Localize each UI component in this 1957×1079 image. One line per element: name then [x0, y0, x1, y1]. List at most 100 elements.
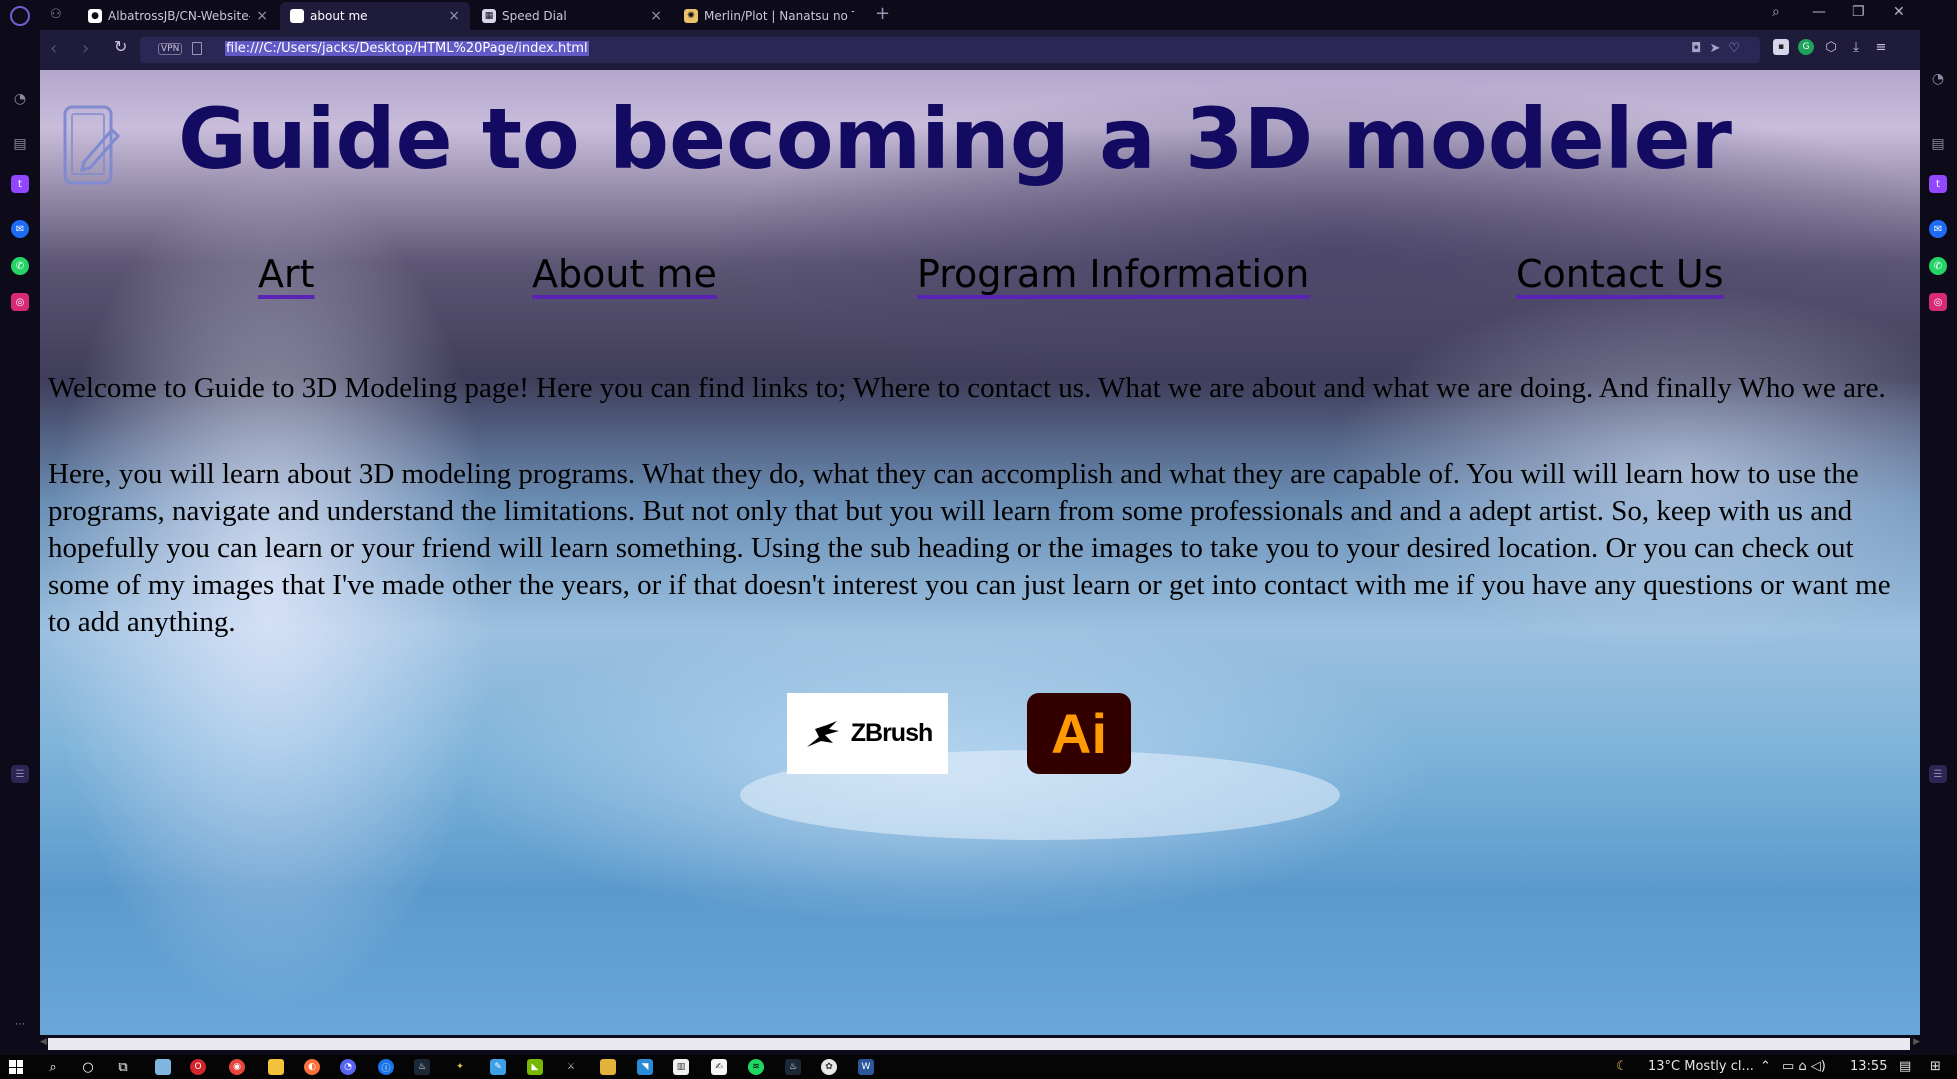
nav-link-contact-us[interactable]: Contact Us	[1516, 252, 1724, 296]
tray-chevron-icon[interactable]: ⌃	[1760, 1059, 1771, 1074]
download-icon[interactable]: ⤓	[1848, 39, 1864, 55]
whatsapp-icon[interactable]: ✆	[11, 257, 29, 275]
tablet-pencil-icon[interactable]	[62, 104, 120, 188]
sidebar-left: ◔ ▤ t ✉ ✆ ◎ ☰ ⋯	[0, 30, 40, 1055]
tab-merlin-plot[interactable]: ✺ Merlin/Plot | Nanatsu no Ta	[674, 2, 864, 30]
more-icon[interactable]: ⋯	[11, 1015, 29, 1033]
workspaces-sidebar-icon[interactable]: ▤	[11, 135, 29, 153]
file-explorer-icon[interactable]	[268, 1059, 284, 1075]
speed-dial-sidebar-icon[interactable]: ◔	[1929, 70, 1947, 88]
horizontal-scrollbar[interactable]: ◀ ▶	[40, 1035, 1920, 1055]
intro-paragraph: Here, you will learn about 3D modeling p…	[48, 458, 1891, 638]
nav-link-art[interactable]: Art	[258, 252, 315, 296]
steam-icon[interactable]: ♨	[785, 1059, 801, 1075]
page-title: Guide to becoming a 3D modeler	[178, 90, 1732, 188]
snapshot-icon[interactable]: ◘	[1691, 41, 1709, 56]
new-tab-button[interactable]: +	[875, 3, 890, 24]
scroll-left-icon[interactable]: ◀	[40, 1037, 47, 1047]
nvidia-icon[interactable]: ◣	[527, 1059, 543, 1075]
cube-icon[interactable]: ⬡	[1823, 39, 1839, 55]
twitch-icon[interactable]: t	[11, 175, 29, 193]
bookmark-heart-icon[interactable]: ♡	[1728, 41, 1748, 56]
opera-logo-icon[interactable]	[10, 6, 30, 26]
windows-icon[interactable]: ⊞	[1930, 1059, 1941, 1074]
tab-search-icon[interactable]: ⌕	[1772, 4, 1780, 20]
scrollbar-thumb[interactable]	[48, 1038, 1910, 1050]
address-toolbar: ‹ › ↻ VPN file:///C:/Users/jacks/Desktop…	[40, 30, 1920, 70]
speed-dial-icon: ▦	[482, 9, 496, 23]
color-app-icon[interactable]: ✿	[821, 1059, 837, 1075]
workspaces-sidebar-icon[interactable]: ▤	[1929, 135, 1947, 153]
weather-icon[interactable]: ☾	[1616, 1059, 1628, 1074]
forward-icon[interactable]: ›	[82, 38, 89, 59]
notifications-icon[interactable]: ▤	[1899, 1059, 1911, 1074]
grammarly-icon[interactable]: G	[1798, 39, 1814, 55]
page-viewport: Guide to becoming a 3D modeler Art About…	[40, 70, 1920, 1035]
restore-icon[interactable]: ❐	[1852, 4, 1865, 20]
chrome-icon[interactable]: ◉	[229, 1059, 245, 1075]
clock[interactable]: 13:55	[1850, 1059, 1887, 1074]
tab-islands-icon[interactable]: ☰	[1929, 765, 1947, 783]
tray-icons[interactable]: ▭ ⌂ ◁)	[1782, 1059, 1826, 1074]
task-view-icon[interactable]: ⧉	[115, 1059, 131, 1075]
instagram-icon[interactable]: ◎	[1929, 293, 1947, 311]
word-icon[interactable]: W	[858, 1059, 874, 1075]
welcome-paragraph: Welcome to Guide to 3D Modeling page! He…	[48, 372, 1886, 404]
extension-icon[interactable]: ▪	[1773, 39, 1789, 55]
reload-icon[interactable]: ↻	[114, 37, 127, 56]
vpn-badge[interactable]: VPN	[158, 43, 183, 55]
speed-dial-sidebar-icon[interactable]: ◔	[11, 90, 29, 108]
page-info-icon[interactable]	[192, 42, 202, 55]
url-text[interactable]: file:///C:/Users/jacks/Desktop/HTML%20Pa…	[225, 41, 589, 56]
notepad-icon[interactable]	[155, 1059, 171, 1075]
whatsapp-icon[interactable]: ✆	[1929, 257, 1947, 275]
wiki-icon: ✺	[684, 9, 698, 23]
steam-icon[interactable]: ♨	[414, 1059, 430, 1075]
opera-taskbar-icon[interactable]: O	[190, 1059, 206, 1075]
minimize-icon[interactable]: —	[1812, 4, 1826, 20]
spotify-icon[interactable]: ≋	[748, 1059, 764, 1075]
tab-islands-icon[interactable]: ☰	[11, 765, 29, 783]
back-icon[interactable]: ‹	[50, 38, 57, 59]
store-icon[interactable]: ▥	[673, 1059, 689, 1075]
tab-speed-dial[interactable]: ▦ Speed Dial ×	[472, 2, 672, 30]
vscode-icon[interactable]: ◥	[637, 1059, 653, 1075]
close-tab-icon[interactable]: ×	[256, 8, 268, 24]
github-icon: ●	[88, 9, 102, 23]
notes-icon[interactable]: ✍	[711, 1059, 727, 1075]
search-icon[interactable]: ⌕	[45, 1059, 61, 1075]
close-tab-icon[interactable]: ×	[448, 8, 460, 24]
star-app-icon[interactable]: ✦	[452, 1059, 468, 1075]
nav-link-about-me[interactable]: About me	[532, 252, 717, 296]
messenger-icon[interactable]: ✉	[11, 220, 29, 238]
cortana-icon[interactable]: ○	[80, 1059, 96, 1075]
workspaces-icon[interactable]: ⚇	[50, 7, 62, 22]
zbrush-figure-icon	[806, 720, 839, 747]
address-field[interactable]: VPN file:///C:/Users/jacks/Desktop/HTML%…	[140, 37, 1760, 63]
close-window-icon[interactable]: ✕	[1893, 4, 1905, 20]
illustrator-logo-image[interactable]: Ai	[1027, 693, 1131, 774]
twitch-icon[interactable]: t	[1929, 175, 1947, 193]
close-tab-icon[interactable]: ×	[650, 8, 662, 24]
game-icon[interactable]: ⚔	[563, 1059, 579, 1075]
tab-bar: ⚇ ● AlbatrossJB/CN-Website-H × about me …	[0, 0, 1957, 30]
zbrush-logo-text: ZBrush	[850, 719, 933, 747]
tab-github[interactable]: ● AlbatrossJB/CN-Website-H ×	[78, 2, 278, 30]
firefox-icon[interactable]: ◐	[304, 1059, 320, 1075]
discord-icon[interactable]: ◔	[340, 1059, 356, 1075]
instagram-icon[interactable]: ◎	[11, 293, 29, 311]
weather-text[interactable]: 13°C Mostly cl...	[1648, 1059, 1754, 1074]
sidebar-right: ◔ ▤ t ✉ ✆ ◎ ☰	[1920, 30, 1957, 1055]
send-icon[interactable]: ➤	[1709, 41, 1728, 56]
menu-icon[interactable]: ≡	[1873, 39, 1889, 55]
nav-link-program-information[interactable]: Program Information	[917, 252, 1309, 296]
folder-icon[interactable]	[600, 1059, 616, 1075]
messenger-icon[interactable]: ✉	[1929, 220, 1947, 238]
zbrush-logo-image[interactable]: ZBrush	[787, 693, 948, 774]
illustrator-logo-text: Ai	[1051, 702, 1107, 765]
blue-app-icon[interactable]: ✎	[490, 1059, 506, 1075]
app-icon[interactable]: ⓘ	[378, 1059, 394, 1075]
windows-start-icon[interactable]	[9, 1060, 23, 1074]
scroll-right-icon[interactable]: ▶	[1913, 1037, 1920, 1047]
tab-about-me[interactable]: about me ×	[280, 2, 470, 30]
